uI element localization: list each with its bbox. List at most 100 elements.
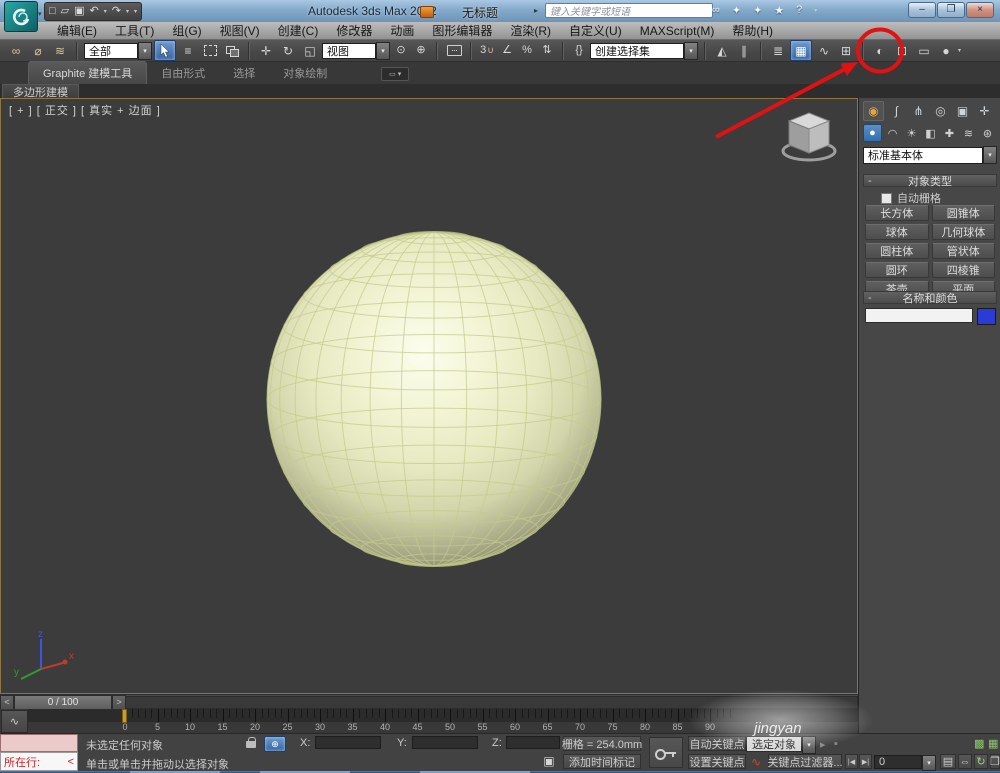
viewcube-cube[interactable]: [789, 113, 829, 153]
redo-icon[interactable]: ↷: [112, 6, 121, 17]
add-time-tag-button[interactable]: 添加时间标记: [563, 754, 641, 769]
edit-named-selection-sets-button[interactable]: {}: [570, 41, 588, 60]
button-cone[interactable]: 圆锥体: [932, 205, 996, 221]
rendered-frame-window-button[interactable]: ▭: [914, 41, 934, 60]
selection-filter-dropdown[interactable]: 全部 ▾: [84, 42, 152, 60]
orbit-view-button[interactable]: ↻: [974, 754, 988, 769]
menu-graph-editors[interactable]: 图形编辑器: [423, 22, 501, 39]
graphite-ribbon-toggle[interactable]: ▦: [790, 40, 812, 61]
button-cylinder[interactable]: 圆柱体: [865, 243, 929, 259]
bind-to-space-warp-icon[interactable]: ≋: [50, 41, 70, 60]
viewport-display-icon[interactable]: ▩: [974, 737, 984, 750]
object-color-swatch[interactable]: [977, 308, 996, 325]
save-file-icon[interactable]: ▣: [74, 6, 84, 17]
selection-filter-caret-icon[interactable]: ▾: [138, 42, 152, 60]
rollout-name-color[interactable]: - 名称和颜色: [863, 291, 997, 304]
set-keys-button[interactable]: [649, 737, 683, 768]
track-bar-ruler[interactable]: 051015202530354045505560657075808590: [28, 709, 858, 733]
render-caret-icon[interactable]: ▾: [958, 47, 961, 54]
animation-curve-icon[interactable]: ∿: [748, 755, 764, 769]
set-key-button[interactable]: 设置关键点: [688, 754, 746, 769]
isolate-selection-icon[interactable]: ▣: [541, 753, 557, 769]
undo-caret-icon[interactable]: ▾: [104, 8, 107, 15]
go-to-end-button[interactable]: ▶|: [859, 754, 872, 769]
select-and-link-icon[interactable]: ∞: [6, 41, 26, 60]
help-caret-icon[interactable]: ▾: [814, 7, 817, 14]
menu-edit[interactable]: 编辑(E): [48, 22, 106, 39]
absolute-mode-toggle[interactable]: ⊕: [264, 736, 286, 752]
select-and-scale-button[interactable]: ◱: [300, 41, 320, 60]
menu-rendering[interactable]: 渲染(R): [501, 22, 560, 39]
tab-graphite-modeling-tools[interactable]: Graphite 建模工具: [28, 61, 147, 84]
playback-extra-icon[interactable]: ▪: [834, 738, 838, 750]
primitive-category-caret-icon[interactable]: ▾: [983, 146, 997, 164]
render-production-button[interactable]: ●: [936, 41, 956, 60]
infocenter-expand-icon[interactable]: ▸: [534, 6, 538, 15]
redo-caret-icon[interactable]: ▾: [126, 8, 129, 15]
application-menu-button[interactable]: [4, 1, 38, 32]
unlink-selection-icon[interactable]: ⌀: [28, 41, 48, 60]
category-systems[interactable]: ⊛: [979, 125, 996, 141]
go-to-start-button[interactable]: |◀: [845, 754, 858, 769]
render-setup-button[interactable]: ⊡: [892, 41, 912, 60]
menu-customize[interactable]: 自定义(U): [560, 22, 631, 39]
panel-polygon-modeling[interactable]: 多边形建模: [2, 84, 79, 98]
current-frame-marker[interactable]: [122, 709, 127, 723]
new-file-icon[interactable]: □: [49, 6, 56, 17]
x-coordinate-field[interactable]: [315, 736, 381, 749]
qat-overflow-icon[interactable]: ▾: [134, 8, 137, 15]
category-cameras[interactable]: ◧: [922, 125, 939, 141]
schematic-view-button[interactable]: ⊞: [836, 41, 856, 60]
selection-lock-icon[interactable]: [246, 737, 256, 748]
open-file-icon[interactable]: ▱: [61, 6, 69, 17]
minimize-button[interactable]: –: [908, 2, 936, 18]
key-filters-button[interactable]: 关键点过滤器...: [768, 754, 842, 769]
next-frame-button[interactable]: >: [112, 695, 126, 710]
rollout-collapse-icon[interactable]: -: [868, 292, 872, 304]
select-and-move-button[interactable]: ✛: [256, 41, 276, 60]
category-space-warps[interactable]: ≋: [960, 125, 977, 141]
listener-scroll-icon[interactable]: <: [68, 756, 74, 768]
auto-key-button[interactable]: 自动关键点: [688, 736, 746, 751]
menu-animation[interactable]: 动画: [381, 22, 423, 39]
align-button[interactable]: ∥: [734, 41, 754, 60]
tab-motion[interactable]: ◎: [931, 102, 950, 120]
rollout-collapse-icon[interactable]: -: [868, 175, 872, 187]
mirror-button[interactable]: ◭: [712, 41, 732, 60]
pan-view-button[interactable]: ⇔: [958, 754, 972, 769]
ribbon-minimize-button[interactable]: ▭▾: [381, 67, 409, 81]
menu-help[interactable]: 帮助(H): [723, 22, 782, 39]
y-coordinate-field[interactable]: [412, 736, 478, 749]
key-filter-selection-dropdown[interactable]: 选定对象 ▾: [746, 736, 816, 754]
tab-modify[interactable]: ∫: [887, 102, 906, 120]
time-slider-track[interactable]: [126, 696, 858, 709]
angle-snap-toggle[interactable]: ∠: [498, 41, 516, 60]
menu-tools[interactable]: 工具(T): [106, 22, 163, 39]
curve-editor-button[interactable]: ∿: [814, 41, 834, 60]
category-helpers[interactable]: ✚: [941, 125, 958, 141]
category-geometry[interactable]: ●: [863, 124, 882, 142]
button-box[interactable]: 长方体: [865, 205, 929, 221]
select-by-name-button[interactable]: ≡: [178, 41, 198, 60]
menu-create[interactable]: 创建(C): [269, 22, 328, 39]
tab-object-paint[interactable]: 对象绘制: [269, 62, 341, 84]
layer-manager-button[interactable]: ≣: [768, 41, 788, 60]
maxscript-macro-recorder-field[interactable]: [0, 734, 78, 752]
playback-extra-icon[interactable]: ▸: [820, 738, 826, 751]
use-pivot-point-button[interactable]: ⊙: [392, 41, 410, 60]
button-geosphere[interactable]: 几何球体: [932, 224, 996, 240]
tab-utilities[interactable]: ✛: [975, 102, 994, 120]
button-torus[interactable]: 圆环: [865, 262, 929, 278]
tab-hierarchy[interactable]: ⋔: [909, 102, 928, 120]
tab-freeform[interactable]: 自由形式: [147, 62, 219, 84]
communication-center-icon[interactable]: ✦: [753, 4, 762, 17]
tab-create[interactable]: ◉: [863, 101, 884, 121]
close-button[interactable]: ×: [966, 2, 994, 18]
time-slider-handle[interactable]: 0 / 100: [14, 695, 112, 710]
undo-icon[interactable]: ↶: [90, 6, 99, 17]
viewcube[interactable]: [773, 105, 845, 167]
named-selection-sets-caret-icon[interactable]: ▾: [684, 42, 698, 60]
favorites-star-icon[interactable]: ★: [774, 4, 784, 17]
maximize-button[interactable]: ❐: [937, 2, 965, 18]
key-filter-caret-icon[interactable]: ▾: [802, 736, 816, 754]
